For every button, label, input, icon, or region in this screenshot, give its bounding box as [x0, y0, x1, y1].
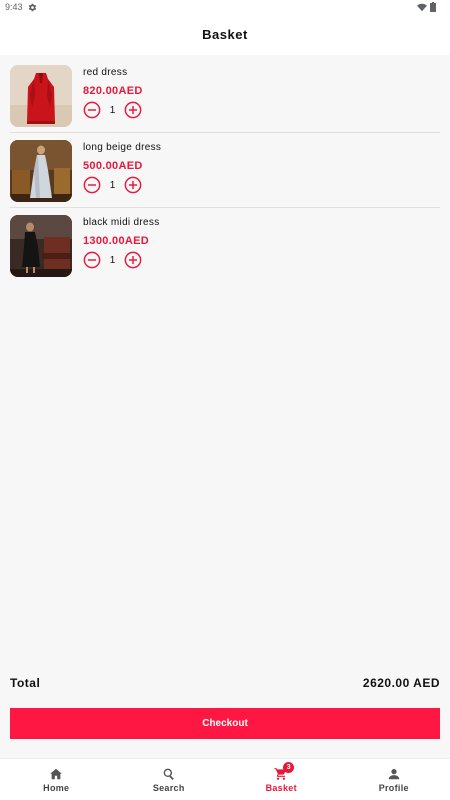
nav-label: Profile: [378, 783, 409, 793]
status-bar: 9:43: [0, 0, 450, 14]
total-row: Total 2620.00 AED: [10, 676, 440, 690]
decrease-quantity-button[interactable]: [83, 251, 101, 269]
app-bar: Basket: [0, 14, 450, 55]
quantity-stepper: 1: [83, 101, 143, 119]
red-dress-photo[interactable]: [10, 65, 72, 127]
bottom-navigation: Home Search 3 Basket Profile: [0, 758, 450, 800]
quantity-stepper: 1: [83, 251, 160, 269]
nav-item-home[interactable]: Home: [0, 759, 113, 800]
quantity-stepper: 1: [83, 176, 161, 194]
quantity-value: 1: [109, 104, 116, 116]
item-name: black midi dress: [83, 217, 160, 228]
item-price: 820.00AED: [83, 85, 143, 97]
nav-item-search[interactable]: Search: [113, 759, 226, 800]
wifi-icon: [417, 3, 427, 11]
total-value: 2620.00 AED: [362, 676, 440, 690]
nav-label: Home: [43, 783, 70, 793]
decrease-quantity-button[interactable]: [83, 176, 101, 194]
beige-dress-photo[interactable]: [10, 140, 72, 202]
item-price: 500.00AED: [83, 160, 143, 172]
basket-item: red dress 820.00AED 1: [10, 58, 440, 133]
basket-item-list: red dress 820.00AED 1 long beige dress 5…: [10, 58, 440, 283]
gear-icon: [28, 3, 36, 11]
black-dress-photo[interactable]: [10, 215, 72, 277]
checkout-button[interactable]: Checkout: [10, 708, 440, 739]
increase-quantity-button[interactable]: [124, 251, 142, 269]
increase-quantity-button[interactable]: [124, 176, 142, 194]
nav-item-basket[interactable]: 3 Basket: [225, 759, 338, 800]
status-time: 9:43: [5, 2, 23, 12]
search-icon: [163, 768, 174, 780]
battery-icon: [430, 2, 436, 12]
cart-count-badge: 3: [283, 762, 295, 773]
basket-item: long beige dress 500.00AED 1: [10, 133, 440, 208]
person-icon: [388, 769, 399, 780]
cart-icon-wrap: 3: [274, 762, 295, 781]
basket-item: black midi dress 1300.00AED 1: [10, 208, 440, 283]
item-name: red dress: [83, 67, 128, 78]
quantity-value: 1: [109, 254, 116, 266]
total-label: Total: [10, 676, 41, 690]
page-title: Basket: [202, 27, 248, 42]
quantity-value: 1: [109, 179, 116, 191]
nav-label: Search: [152, 783, 185, 793]
item-price: 1300.00AED: [83, 235, 149, 247]
nav-label: Basket: [265, 783, 297, 793]
item-name: long beige dress: [83, 142, 162, 153]
increase-quantity-button[interactable]: [124, 101, 142, 119]
home-icon: [50, 768, 63, 780]
nav-item-profile[interactable]: Profile: [338, 759, 450, 800]
decrease-quantity-button[interactable]: [83, 101, 101, 119]
